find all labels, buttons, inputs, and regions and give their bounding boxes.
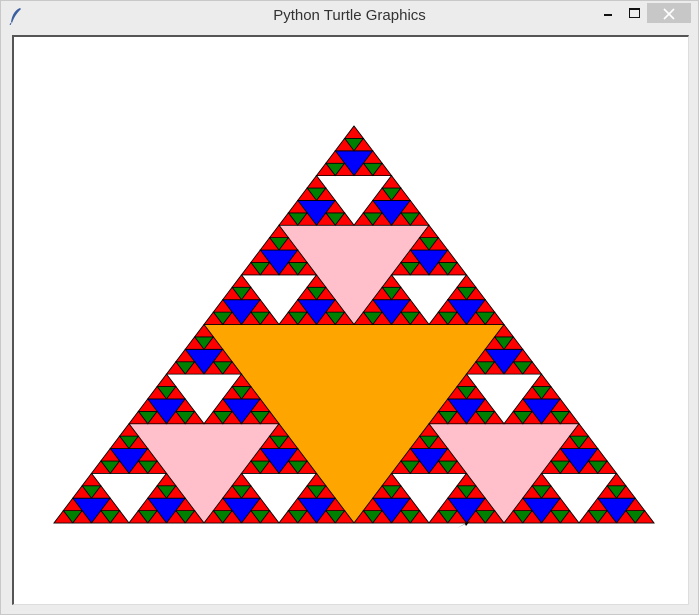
vertical-scrollbar[interactable] xyxy=(689,35,698,605)
close-button[interactable] xyxy=(647,3,691,23)
close-icon xyxy=(663,8,675,20)
sierpinski-drawing xyxy=(53,125,655,528)
corner-triangle xyxy=(343,125,365,139)
window-title: Python Turtle Graphics xyxy=(273,7,426,24)
turtle-window: Python Turtle Graphics xyxy=(0,0,699,615)
turtle-canvas[interactable] xyxy=(12,35,689,605)
maximize-button[interactable] xyxy=(623,3,645,23)
title-bar[interactable]: Python Turtle Graphics xyxy=(1,1,698,32)
minimize-button[interactable] xyxy=(597,3,619,23)
horizontal-scrollbar[interactable] xyxy=(12,605,689,614)
